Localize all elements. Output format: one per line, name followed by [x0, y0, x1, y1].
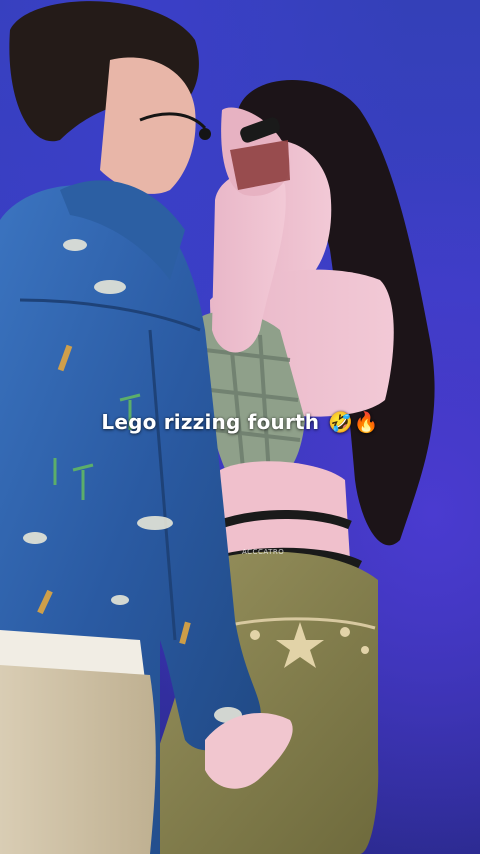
- watermark: ACCCATRO: [242, 548, 285, 556]
- caption-emojis: 🤣🔥: [328, 410, 379, 434]
- video-frame: Lego rizzing fourth 🤣🔥 ACCCATRO: [0, 0, 480, 854]
- caption-text: Lego rizzing fourth: [101, 410, 320, 434]
- story-caption: Lego rizzing fourth 🤣🔥: [0, 410, 480, 434]
- left-performer-pants: [0, 665, 156, 854]
